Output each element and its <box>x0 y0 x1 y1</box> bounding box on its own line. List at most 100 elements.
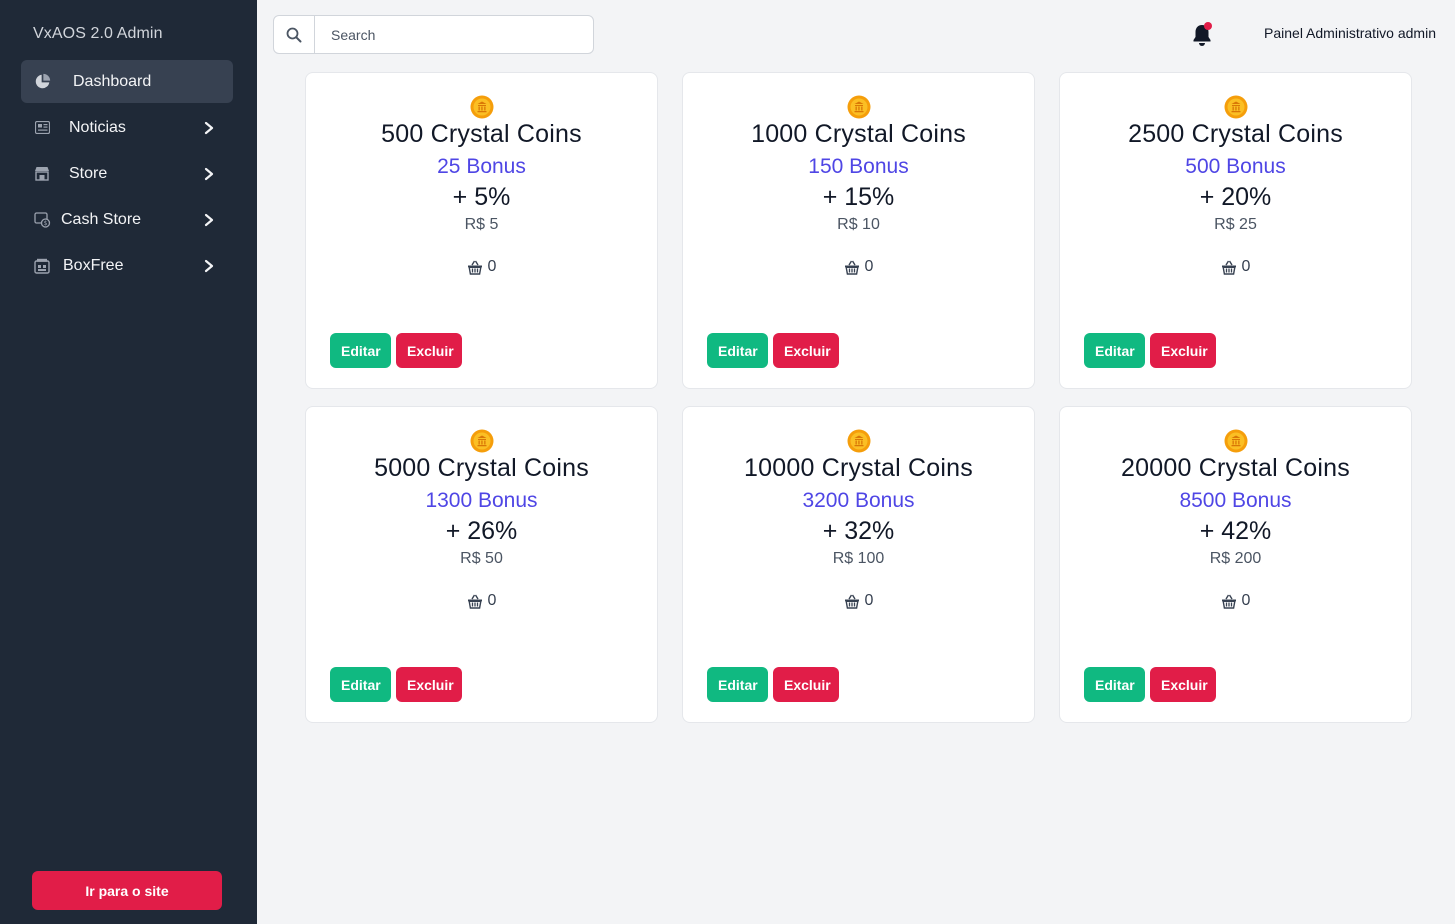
card-price: R$ 5 <box>464 216 499 233</box>
sales-count: 0 <box>864 592 874 609</box>
cash-icon: $ <box>33 211 51 229</box>
sidebar-item-boxfree[interactable]: BoxFree <box>21 244 233 287</box>
sidebar-item-label: Noticias <box>69 118 126 136</box>
delete-button[interactable]: Excluir <box>396 333 462 368</box>
card-sales: 0 <box>683 592 1034 610</box>
card-percent: + 15% <box>822 183 895 211</box>
card-bonus: 1300 Bonus <box>425 489 538 512</box>
delete-button[interactable]: Excluir <box>773 667 839 702</box>
coin-package-card: 10000 Crystal Coins 3200 Bonus + 32% R$ … <box>682 406 1035 723</box>
sidebar: VxAOS 2.0 Admin Dashboard Noticias Store… <box>0 0 257 924</box>
card-bonus: 8500 Bonus <box>1179 489 1292 512</box>
card-title: 2500 Crystal Coins <box>1128 120 1343 148</box>
card-title: 10000 Crystal Coins <box>744 454 973 482</box>
card-price: R$ 200 <box>1209 550 1262 567</box>
edit-button[interactable]: Editar <box>707 333 768 368</box>
card-price: R$ 10 <box>837 216 880 233</box>
coin-icon <box>1224 429 1247 453</box>
card-actions: Editar Excluir <box>1084 667 1216 702</box>
card-actions: Editar Excluir <box>707 333 839 368</box>
sidebar-item-store[interactable]: Store <box>21 152 233 195</box>
card-bonus: 500 Bonus <box>1185 155 1286 178</box>
app-title: VxAOS 2.0 Admin <box>33 25 163 42</box>
card-percent: + 5% <box>452 183 511 211</box>
basket-icon <box>1221 594 1236 609</box>
go-to-site-button[interactable]: Ir para o site <box>32 871 222 910</box>
sales-count: 0 <box>1241 258 1251 275</box>
chevron-right-icon <box>204 259 214 272</box>
sidebar-item-cash-store[interactable]: $ Cash Store <box>21 198 233 241</box>
delete-button[interactable]: Excluir <box>396 667 462 702</box>
card-title: 20000 Crystal Coins <box>1121 454 1350 482</box>
chevron-right-icon <box>204 121 214 134</box>
card-actions: Editar Excluir <box>330 667 462 702</box>
basket-icon <box>1221 260 1236 275</box>
card-percent: + 26% <box>445 517 518 545</box>
delete-button[interactable]: Excluir <box>773 333 839 368</box>
coin-packages-grid: 500 Crystal Coins 25 Bonus + 5% R$ 5 0 E… <box>305 72 1412 723</box>
delete-button[interactable]: Excluir <box>1150 333 1216 368</box>
search-icon[interactable] <box>274 16 315 53</box>
card-percent: + 32% <box>822 517 895 545</box>
coin-icon <box>1224 95 1247 119</box>
card-bonus: 25 Bonus <box>437 155 526 178</box>
edit-button[interactable]: Editar <box>707 667 768 702</box>
basket-icon <box>467 260 482 275</box>
sidebar-item-label: Store <box>69 164 108 182</box>
chevron-right-icon <box>204 167 214 180</box>
sales-count: 0 <box>487 592 497 609</box>
coin-package-card: 1000 Crystal Coins 150 Bonus + 15% R$ 10… <box>682 72 1035 389</box>
newspaper-icon <box>33 119 51 137</box>
delete-button[interactable]: Excluir <box>1150 667 1216 702</box>
card-sales: 0 <box>306 258 657 276</box>
card-bonus: 150 Bonus <box>808 155 909 178</box>
card-sales: 0 <box>1060 258 1411 276</box>
card-percent: + 42% <box>1199 517 1272 545</box>
sidebar-item-noticias[interactable]: Noticias <box>21 106 233 149</box>
card-price: R$ 50 <box>460 550 503 567</box>
sidebar-nav: Dashboard Noticias Store $ Cash Store Bo… <box>21 60 233 290</box>
card-title: 5000 Crystal Coins <box>374 454 589 482</box>
edit-button[interactable]: Editar <box>330 667 391 702</box>
coin-icon <box>847 429 870 453</box>
card-price: R$ 100 <box>832 550 885 567</box>
edit-button[interactable]: Editar <box>1084 333 1145 368</box>
card-actions: Editar Excluir <box>707 667 839 702</box>
sidebar-item-dashboard[interactable]: Dashboard <box>21 60 233 103</box>
sidebar-item-label: BoxFree <box>63 256 124 274</box>
card-title: 1000 Crystal Coins <box>751 120 966 148</box>
sales-count: 0 <box>1241 592 1251 609</box>
coin-package-card: 500 Crystal Coins 25 Bonus + 5% R$ 5 0 E… <box>305 72 658 389</box>
card-bonus: 3200 Bonus <box>802 489 915 512</box>
card-sales: 0 <box>683 258 1034 276</box>
coin-package-card: 20000 Crystal Coins 8500 Bonus + 42% R$ … <box>1059 406 1412 723</box>
pie-chart-icon <box>33 73 51 91</box>
coin-package-card: 5000 Crystal Coins 1300 Bonus + 26% R$ 5… <box>305 406 658 723</box>
card-actions: Editar Excluir <box>330 333 462 368</box>
coin-icon <box>470 429 493 453</box>
edit-button[interactable]: Editar <box>1084 667 1145 702</box>
coin-package-card: 2500 Crystal Coins 500 Bonus + 20% R$ 25… <box>1059 72 1412 389</box>
edit-button[interactable]: Editar <box>330 333 391 368</box>
box-icon <box>33 257 51 275</box>
card-price: R$ 25 <box>1214 216 1257 233</box>
card-title: 500 Crystal Coins <box>381 120 582 148</box>
card-actions: Editar Excluir <box>1084 333 1216 368</box>
coin-icon <box>470 95 493 119</box>
store-icon <box>33 165 51 183</box>
user-label[interactable]: Painel Administrativo admin <box>1264 25 1436 41</box>
basket-icon <box>467 594 482 609</box>
svg-text:$: $ <box>43 220 47 227</box>
card-sales: 0 <box>306 592 657 610</box>
card-percent: + 20% <box>1199 183 1272 211</box>
basket-icon <box>844 594 859 609</box>
basket-icon <box>844 260 859 275</box>
search-input[interactable] <box>315 16 593 53</box>
search-box <box>273 15 594 54</box>
sidebar-item-label: Cash Store <box>61 210 142 228</box>
chevron-right-icon <box>204 213 214 226</box>
coin-icon <box>847 95 870 119</box>
sales-count: 0 <box>864 258 874 275</box>
notification-badge <box>1204 22 1212 30</box>
card-sales: 0 <box>1060 592 1411 610</box>
